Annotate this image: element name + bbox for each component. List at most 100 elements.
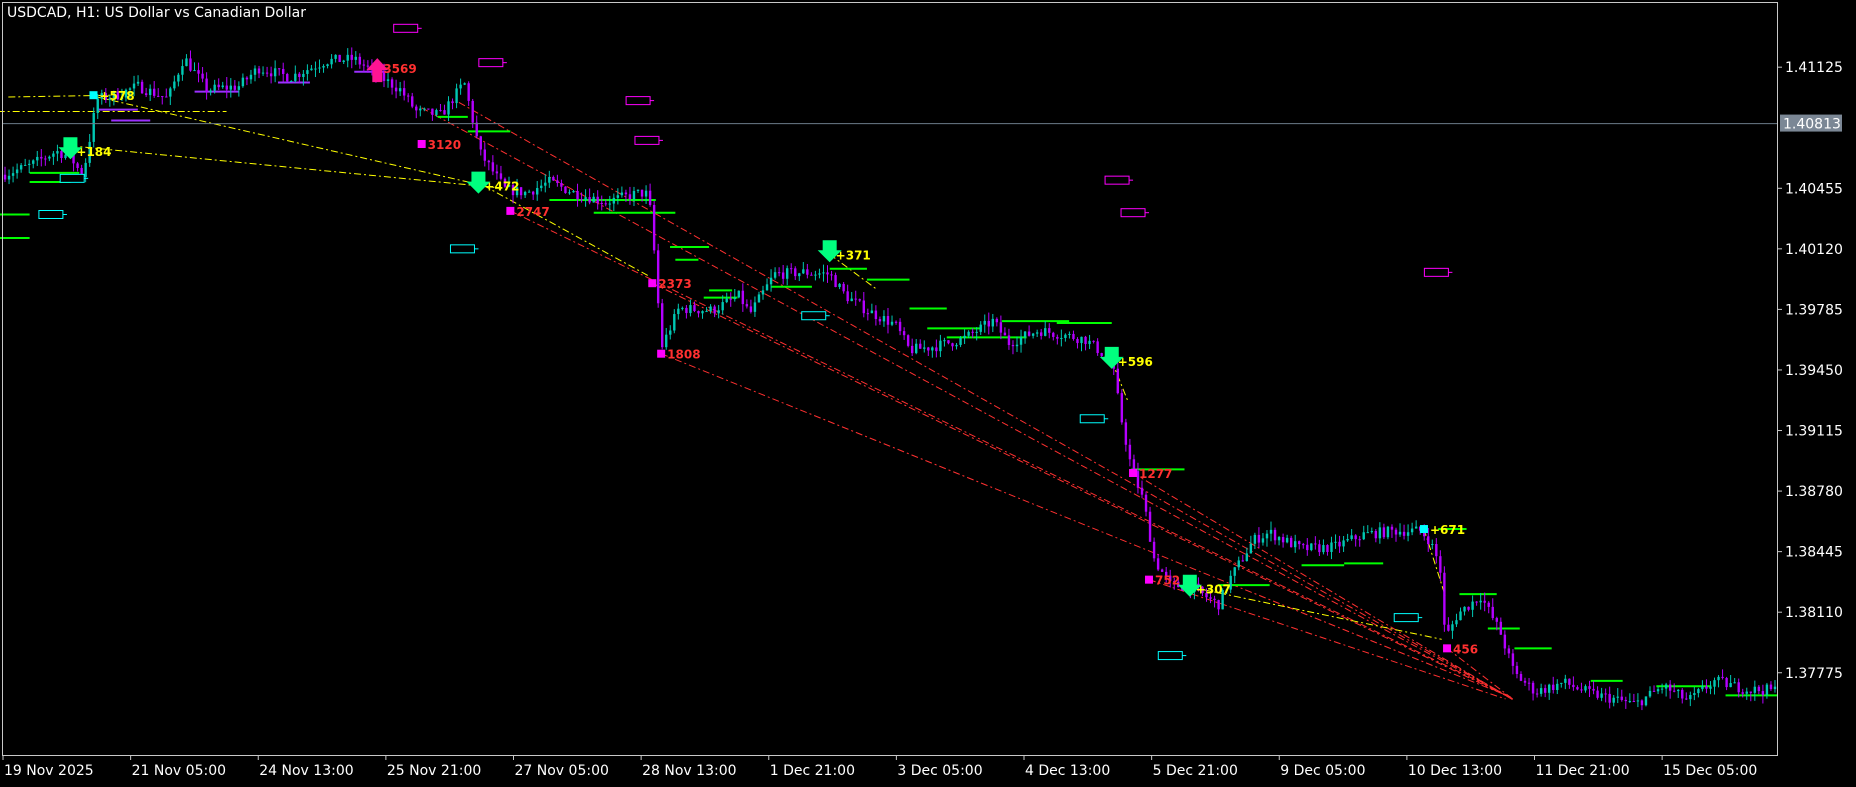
chart-background: [0, 0, 1856, 783]
candle-body: [326, 64, 329, 67]
price-tag: [1104, 175, 1130, 185]
candle-body: [1322, 545, 1325, 553]
candle-body: [955, 344, 958, 347]
candle-body: [560, 182, 563, 187]
candle-body: [1084, 336, 1087, 345]
candle-body: [56, 151, 59, 154]
candle-body: [1390, 526, 1394, 530]
candle-body: [681, 307, 684, 309]
candle-body: [36, 156, 39, 161]
candle-body: [564, 186, 567, 194]
candle-body: [1664, 684, 1668, 689]
candle-body: [995, 318, 999, 323]
candle-body: [1128, 444, 1132, 460]
candle-body: [947, 340, 950, 344]
candle-body: [483, 149, 487, 161]
candle-body: [810, 274, 813, 276]
candle-body: [1007, 335, 1011, 346]
candle-body: [443, 110, 446, 115]
candle-body: [161, 96, 164, 98]
candle-body: [1116, 368, 1119, 394]
candle-body: [1249, 543, 1253, 554]
candle-body: [1366, 532, 1369, 534]
candle-body: [519, 187, 523, 196]
candle-body: [854, 298, 857, 300]
candle-body: [136, 81, 140, 84]
candle-body: [1721, 676, 1724, 679]
candle-body: [951, 343, 954, 347]
candle-body: [334, 54, 337, 59]
candle-body: [1378, 527, 1382, 539]
chart-title: USDCAD, H1: US Dollar vs Canadian Dollar: [7, 5, 306, 21]
candle-body: [257, 68, 261, 74]
candle-body: [612, 197, 616, 204]
candle-body: [1035, 332, 1039, 334]
candle-body: [241, 77, 245, 87]
x-tick-label: 9 Dec 05:00: [1280, 763, 1365, 779]
candle-body: [705, 311, 708, 313]
candle-body: [439, 110, 442, 112]
candle-body: [148, 88, 152, 96]
x-tick-label: 4 Dec 13:00: [1025, 763, 1110, 779]
candle-body: [1398, 531, 1402, 535]
candle-body: [1729, 683, 1732, 688]
candle-body: [189, 58, 192, 71]
candle-body: [890, 321, 894, 325]
candle-body: [1080, 336, 1083, 344]
candle-body: [1455, 620, 1458, 625]
candle-body: [713, 306, 716, 314]
candle-body: [1072, 333, 1075, 340]
candle-body: [1515, 665, 1519, 674]
candle-body: [640, 189, 644, 197]
candle-body: [245, 77, 249, 80]
candle-body: [737, 290, 741, 298]
candle-body: [1261, 538, 1265, 543]
candle-body: [23, 164, 27, 166]
candle-body: [217, 84, 220, 88]
candle-body: [358, 56, 362, 65]
candle-body: [221, 85, 224, 88]
candle-body: [1749, 691, 1752, 693]
candle-body: [233, 85, 237, 90]
candle-body: [427, 108, 430, 110]
candle-body: [697, 310, 700, 314]
candle-body: [1761, 691, 1765, 695]
candle-body: [975, 331, 978, 333]
candle-body: [894, 321, 898, 323]
candle-body: [7, 175, 11, 180]
candle-body: [1745, 691, 1748, 694]
candle-body: [1717, 676, 1720, 681]
price-tag: [1157, 651, 1183, 661]
candle-body: [1435, 544, 1438, 557]
candle-body: [249, 74, 253, 80]
candle-body: [169, 88, 172, 97]
signal-label: +472: [484, 180, 519, 194]
candle-body: [717, 310, 720, 314]
candle-body: [386, 79, 390, 81]
candle-body: [1382, 527, 1386, 538]
candle-body: [1289, 537, 1293, 548]
candle-body: [923, 347, 926, 349]
current-price-label: 1.40813: [1783, 117, 1841, 133]
candle-body: [1148, 511, 1152, 542]
candle-body: [1237, 560, 1240, 568]
candle-body: [785, 268, 789, 279]
candle-body: [862, 300, 865, 314]
candle-body: [282, 68, 285, 74]
candle-body: [1672, 690, 1676, 692]
candle-body: [1491, 606, 1494, 619]
price-tag: [38, 210, 64, 219]
candle-body: [366, 65, 370, 67]
candle-body: [1535, 693, 1539, 695]
close-marker: [1443, 644, 1452, 653]
candle-body: [781, 272, 785, 279]
candle-body: [1531, 682, 1535, 694]
candle-body: [979, 324, 982, 332]
price-chart[interactable]: +578 +184 3569 3120 +472 2747 2373 1808 +371 +596…: [0, 0, 1856, 783]
candle-body: [1217, 600, 1220, 610]
candle-body: [1588, 686, 1591, 689]
price-tag: [59, 173, 85, 183]
candle-body: [1552, 684, 1555, 691]
close-marker: [1145, 575, 1154, 584]
candle-body: [173, 81, 176, 89]
